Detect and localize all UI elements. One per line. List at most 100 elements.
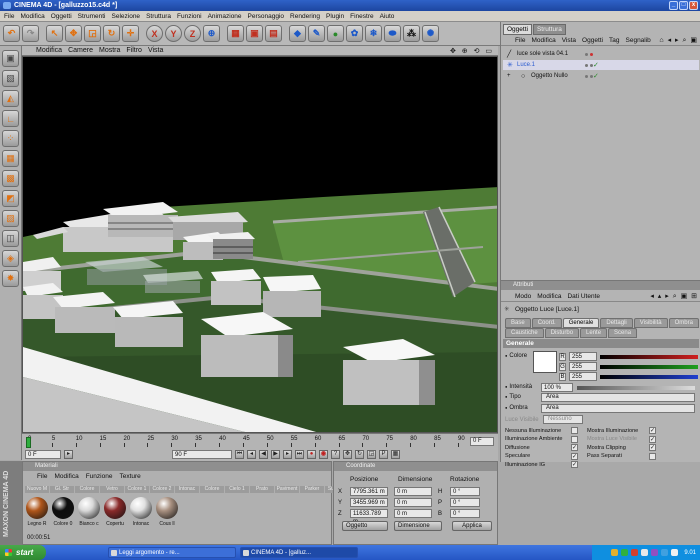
option-checkbox[interactable] [571, 435, 578, 443]
task-browser[interactable]: Leggi argomento - re... [108, 547, 236, 558]
model-mode-icon[interactable]: ▣ [2, 50, 19, 67]
tab-coord[interactable]: Coord. [531, 318, 562, 328]
material-menu-file[interactable]: File [37, 473, 47, 480]
volume-icon[interactable] [661, 549, 669, 556]
end-time-field[interactable]: 90 F [172, 450, 232, 459]
material-menu-texture[interactable]: Texture [119, 473, 140, 480]
option-checkbox[interactable]: ✓ [649, 435, 656, 443]
option-checkbox[interactable]: ✓ [571, 444, 578, 451]
end-frame-field[interactable]: 0 F [470, 437, 494, 446]
scale-key-icon[interactable]: ◲ [367, 450, 376, 459]
red-slider[interactable] [600, 354, 698, 359]
blue-value-field[interactable]: 255 [569, 372, 597, 381]
material-tab[interactable]: Nuovo M [25, 486, 49, 493]
viewport-menu-filtro[interactable]: Filtro [126, 47, 142, 54]
tab-scena[interactable]: Scena [608, 328, 638, 338]
visible-light-dropdown[interactable]: Nessuno [543, 415, 583, 424]
tab-disturbo[interactable]: Disturbo [544, 328, 580, 338]
menu-finestre[interactable]: Finestre [350, 13, 373, 20]
task-cinema4d[interactable]: CINEMA 4D - [galluz... [240, 547, 358, 558]
option-checkbox[interactable] [571, 427, 578, 434]
autokey-icon[interactable]: ◉ [319, 450, 328, 459]
material-tab[interactable]: Colore 1 [125, 486, 149, 493]
rotation-p-field[interactable]: 0 ° [450, 498, 480, 507]
material-tab[interactable]: Parker [300, 486, 324, 493]
shadow-dropdown[interactable]: Area [541, 404, 695, 413]
material-tab[interactable]: Vetro [100, 486, 124, 493]
visibility-dots[interactable] [585, 63, 593, 67]
tab-dettagli[interactable]: Dettagli [600, 318, 633, 328]
obj-menu-tag[interactable]: Tag [609, 37, 619, 44]
texture-mode-icon[interactable]: ◭ [2, 90, 19, 107]
render-view-icon[interactable]: ▦ [227, 25, 244, 42]
material-tab[interactable]: Colore [75, 486, 99, 493]
viewport-menu-vista[interactable]: Vista [148, 47, 163, 54]
green-slider[interactable] [600, 364, 698, 369]
tab-ombra[interactable]: Ombra [668, 318, 699, 328]
y-axis-icon[interactable]: Y [165, 25, 182, 42]
scene-icon[interactable]: ⬬ [384, 25, 401, 42]
attr-menu-dati-utente[interactable]: Dati Utente [567, 293, 600, 300]
pla-key-icon[interactable]: ▦ [391, 450, 400, 459]
menu-arrow-icon[interactable]: ▸ [64, 450, 73, 459]
material-tab[interactable]: Intonac [175, 486, 199, 493]
tray-icon-2[interactable] [621, 549, 629, 556]
edge-mode-icon[interactable]: ▦ [2, 150, 19, 167]
nurbs-icon[interactable]: ● [327, 25, 344, 42]
scale-icon[interactable]: ◲ [84, 25, 101, 42]
axis-mode-icon[interactable]: ∟ [2, 110, 19, 127]
intensity-slider[interactable] [577, 385, 695, 390]
z-axis-icon[interactable]: Z [184, 25, 201, 42]
obj-menu-segnalib[interactable]: Segnalib [626, 37, 651, 44]
menu-personaggio[interactable]: Personaggio [248, 13, 285, 20]
option-checkbox[interactable]: ✓ [571, 461, 578, 468]
visibility-dots[interactable] [585, 74, 593, 78]
blue-slider[interactable] [600, 374, 698, 379]
rotation-h-field[interactable]: 0 ° [450, 487, 480, 496]
minimize-button[interactable]: _ [669, 1, 678, 10]
go-start-icon[interactable]: ⏮ [235, 450, 244, 459]
rotate-icon[interactable]: ↻ [103, 25, 120, 42]
material-swatch[interactable]: Intonac [129, 497, 153, 527]
menu-animazione[interactable]: Animazione [208, 13, 242, 20]
size-mode-dropdown[interactable]: Dimensione [394, 521, 442, 531]
keyframe-sel-icon[interactable]: ? [331, 450, 340, 459]
position-x-field[interactable]: 7795.361 m [350, 487, 388, 496]
animation-mode-icon[interactable]: ▨ [2, 210, 19, 227]
visibility-dots[interactable] [585, 52, 593, 56]
next-key-icon[interactable]: ▸ [283, 450, 292, 459]
light-type-dropdown[interactable]: Area [541, 393, 695, 402]
tab-visibilita[interactable]: Visibilità [633, 318, 668, 328]
deformer-icon[interactable]: ❄ [365, 25, 382, 42]
green-value-field[interactable]: 255 [569, 362, 597, 371]
menu-strumenti[interactable]: Strumenti [78, 13, 106, 20]
tab-struttura[interactable]: Struttura [532, 24, 566, 35]
menu-modifica[interactable]: Modifica [20, 13, 44, 20]
intensity-field[interactable]: 100 % [541, 383, 573, 392]
material-tab[interactable]: Gl. Str [50, 486, 74, 493]
prev-key-icon[interactable]: ◂ [247, 450, 256, 459]
menu-file[interactable]: File [4, 13, 14, 20]
object-mode-icon[interactable]: ▧ [2, 70, 19, 87]
material-tab[interactable]: Colore 2 [150, 486, 174, 493]
material-swatch[interactable]: Copertu [103, 497, 127, 527]
obj-menu-vista[interactable]: Vista [562, 37, 576, 44]
current-frame-field[interactable]: 0 F [25, 450, 61, 459]
position-z-field[interactable]: 11633.789 m [350, 509, 388, 525]
rotation-b-field[interactable]: 0 ° [450, 509, 480, 518]
tab-caustiche[interactable]: Caustiche [505, 328, 544, 338]
cube-icon[interactable]: ◆ [289, 25, 306, 42]
coordinate-mode-dropdown[interactable]: Oggetto [342, 521, 388, 531]
obj-manager-nav-icons[interactable]: ⌂ ◂ ▸ ⌕ ▣ [659, 36, 698, 45]
undo-icon[interactable]: ↶ [3, 25, 20, 42]
go-end-icon[interactable]: ⏭ [295, 450, 304, 459]
attr-nav-icons[interactable]: ◂ ▴ ▸ ⌕ ▣ ⊞ [650, 292, 698, 301]
color-swatch[interactable] [533, 351, 557, 373]
menu-funzioni[interactable]: Funzioni [177, 13, 202, 20]
object-row[interactable]: ╱ luce sole vista 04.1 [503, 49, 699, 59]
camera-icon[interactable]: ⁂ [403, 25, 420, 42]
rot-key-icon[interactable]: ↻ [355, 450, 364, 459]
tray-icon-1[interactable] [611, 549, 619, 556]
menu-selezione[interactable]: Selezione [112, 13, 141, 20]
size-x-field[interactable]: 0 m [394, 487, 432, 496]
